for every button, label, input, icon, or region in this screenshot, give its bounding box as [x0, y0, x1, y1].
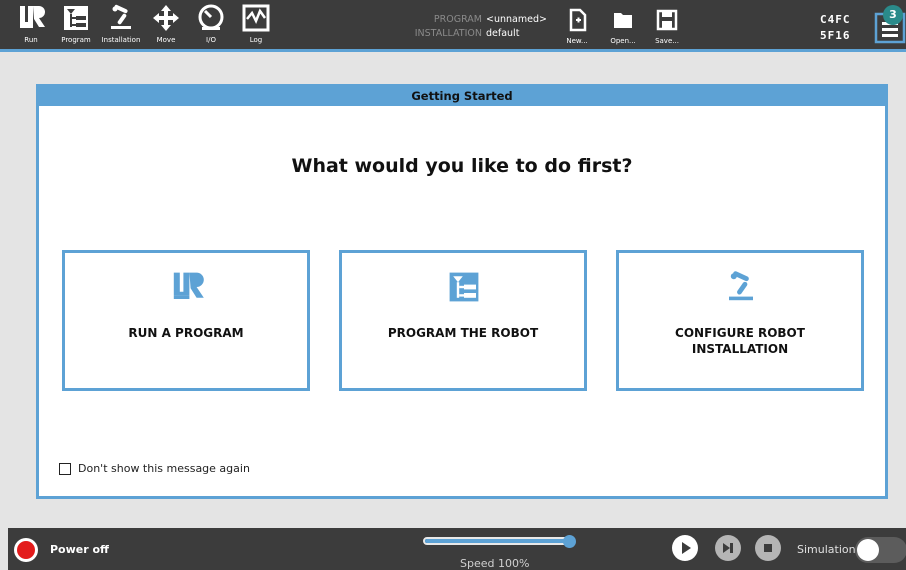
ur-logo-icon: [173, 272, 204, 299]
installation-value: default: [486, 28, 520, 39]
nav-run[interactable]: Run: [10, 3, 52, 51]
save-disk-icon: [656, 9, 678, 31]
run-program-option[interactable]: RUN A PROGRAM: [62, 250, 310, 391]
run-program-label: RUN A PROGRAM: [128, 326, 244, 340]
robot-id-line1: C4FC: [820, 13, 851, 26]
open-label: Open...: [610, 37, 636, 45]
open-button[interactable]: Open...: [603, 8, 643, 52]
program-value: <unnamed>: [486, 14, 547, 25]
program-tree-icon: [64, 6, 88, 30]
nav-program[interactable]: Program: [55, 3, 97, 51]
getting-started-dialog: Getting Started What would you like to d…: [36, 84, 888, 499]
nav-installation[interactable]: Installation: [100, 3, 142, 51]
program-key: PROGRAM: [433, 14, 482, 25]
new-button[interactable]: New...: [557, 8, 597, 52]
program-robot-label: PROGRAM THE ROBOT: [387, 326, 539, 340]
ur-logo-icon: [20, 6, 45, 28]
stop-button[interactable]: [755, 535, 781, 561]
new-file-icon: [569, 8, 587, 32]
robot-id: C4FC 5F16: [820, 12, 868, 44]
simulation-label: Simulation: [797, 543, 856, 556]
stop-icon: [755, 535, 781, 561]
robot-id-line2: 5F16: [820, 29, 851, 42]
nav-log-label: Log: [249, 36, 263, 44]
new-label: New...: [566, 37, 588, 45]
program-info: PROGRAM <unnamed> INSTALLATION default: [400, 13, 547, 41]
dont-show-again-label: Don't show this message again: [78, 462, 250, 475]
nav-run-label: Run: [24, 36, 38, 44]
dialog-header: Getting Started: [39, 87, 885, 106]
simulation-toggle-knob: [857, 539, 879, 561]
dialog-title: What would you like to do first?: [291, 155, 633, 177]
speed-slider-fill: [425, 539, 572, 543]
nav-move-label: Move: [156, 36, 176, 44]
nav-installation-label: Installation: [101, 36, 141, 44]
step-icon: [715, 535, 741, 561]
nav-move[interactable]: Move: [145, 3, 187, 51]
nav-program-label: Program: [61, 36, 91, 44]
robot-arm-icon: [111, 4, 131, 29]
speed-label: Speed 100%: [460, 557, 530, 570]
nav-io-label: I/O: [206, 36, 216, 44]
speed-slider-thumb[interactable]: [563, 535, 576, 548]
program-tree-icon: [449, 272, 479, 302]
move-arrows-icon: [153, 5, 179, 31]
notification-badge: 3: [883, 5, 903, 25]
speed-slider[interactable]: [423, 537, 574, 545]
installation-key: INSTALLATION: [414, 28, 482, 39]
dont-show-again-checkbox[interactable]: [59, 462, 71, 475]
io-gauge-icon: [198, 4, 224, 30]
configure-installation-option[interactable]: CONFIGURE ROBOT INSTALLATION: [616, 250, 864, 391]
step-button[interactable]: [715, 535, 741, 561]
save-button[interactable]: Save...: [647, 8, 687, 52]
play-button[interactable]: [672, 535, 698, 561]
log-chart-icon: [242, 4, 270, 32]
play-icon: [672, 535, 698, 561]
save-label: Save...: [655, 37, 679, 45]
folder-icon: [614, 13, 632, 28]
simulation-toggle[interactable]: [855, 537, 906, 563]
robot-arm-icon: [729, 271, 753, 301]
nav-io[interactable]: I/O: [190, 3, 232, 51]
configure-installation-label: CONFIGURE ROBOT INSTALLATION: [675, 326, 805, 356]
bottom-bar: Power off Speed 100% Simulation: [8, 528, 906, 570]
nav-log[interactable]: Log: [235, 3, 277, 51]
dont-show-again-row[interactable]: Don't show this message again: [59, 462, 250, 475]
top-bar: Run Program Installation Move I/O Log PR…: [0, 0, 906, 52]
power-label: Power off: [50, 543, 109, 556]
program-robot-option[interactable]: PROGRAM THE ROBOT: [339, 250, 587, 391]
power-button[interactable]: [14, 538, 38, 562]
